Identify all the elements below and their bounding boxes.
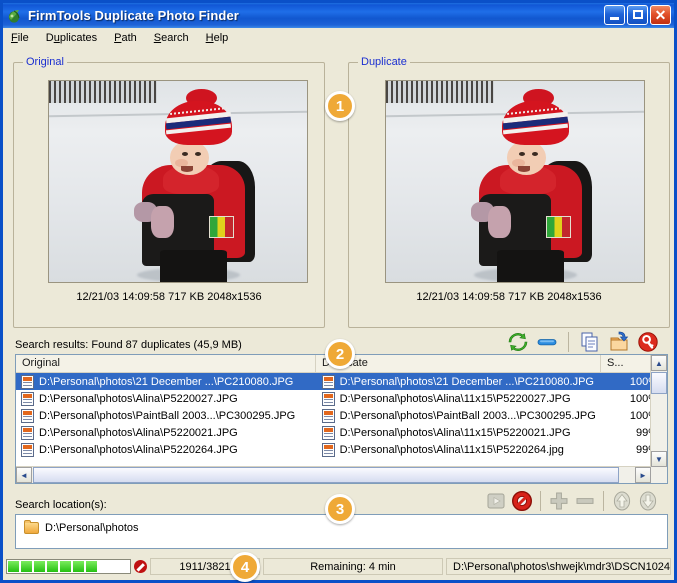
application-window: FirmTools Duplicate Photo Finder File Du… xyxy=(0,0,677,583)
folder-icon xyxy=(24,520,39,534)
find-icon[interactable] xyxy=(637,331,659,353)
scroll-left-button[interactable]: ◄ xyxy=(16,467,32,483)
column-header-original[interactable]: Original xyxy=(16,355,316,372)
image-file-icon xyxy=(321,374,335,389)
image-file-icon xyxy=(21,374,34,389)
image-file-icon xyxy=(21,408,34,423)
table-row[interactable]: D:\Personal\photos\Alina\P5220021.JPG D:… xyxy=(16,424,667,441)
location-path: D:\Personal\photos xyxy=(45,522,139,534)
vertical-scrollbar-thumb[interactable] xyxy=(651,372,667,394)
results-list[interactable]: Original Duplicate S... D:\Personal\phot… xyxy=(15,354,668,484)
scroll-right-button[interactable]: ► xyxy=(635,467,651,483)
duplicate-photo-caption: 12/21/03 14:09:58 717 KB 2048x1536 xyxy=(416,291,602,303)
app-icon xyxy=(7,8,23,24)
menu-bar: File Duplicates Path Search Help xyxy=(3,28,674,47)
toolbar-separator xyxy=(568,332,569,352)
annotation-badge-3: 3 xyxy=(325,494,355,524)
scroll-up-button[interactable]: ▲ xyxy=(651,355,667,371)
row-duplicate-path: D:\Personal\photos\Alina\11x15\P5220021.… xyxy=(339,426,571,439)
annotation-badge-1: 1 xyxy=(325,91,355,121)
window-title: FirmTools Duplicate Photo Finder xyxy=(28,8,239,23)
close-button[interactable] xyxy=(650,5,671,25)
results-toolbar xyxy=(507,331,659,353)
search-results-label: Search results: Found 87 duplicates (45,… xyxy=(15,339,242,351)
image-file-icon xyxy=(321,391,335,406)
move-down-icon[interactable] xyxy=(637,490,659,512)
cancel-scan-icon[interactable] xyxy=(134,560,147,573)
stop-icon[interactable] xyxy=(511,490,533,512)
scrollbar-corner xyxy=(651,467,667,483)
scroll-down-button[interactable]: ▼ xyxy=(651,451,667,467)
menu-item-help[interactable]: Help xyxy=(206,32,229,44)
row-original-path: D:\Personal\photos\21 December ...\PC210… xyxy=(39,375,294,388)
original-group-label: Original xyxy=(23,56,67,68)
duplicate-group-label: Duplicate xyxy=(358,56,410,68)
table-row[interactable]: D:\Personal\photos\Alina\P5220027.JPG D:… xyxy=(16,390,667,407)
row-duplicate-path: D:\Personal\photos\Alina\11x15\P5220027.… xyxy=(339,392,571,405)
maximize-button[interactable] xyxy=(627,5,648,25)
duplicate-group: Duplicate 12/21/03 14:09:58 717 KB 2048x… xyxy=(348,56,670,328)
move-up-icon[interactable] xyxy=(611,490,633,512)
image-file-icon xyxy=(321,442,335,457)
row-duplicate-path: D:\Personal\photos\21 December ...\PC210… xyxy=(339,375,594,388)
column-header-similarity-label: S... xyxy=(607,357,624,369)
window-controls xyxy=(604,5,671,25)
menu-item-file[interactable]: File xyxy=(11,32,29,44)
duplicate-photo-frame[interactable] xyxy=(385,80,645,283)
original-photo xyxy=(49,81,307,282)
annotation-badge-2: 2 xyxy=(325,339,355,369)
original-photo-caption: 12/21/03 14:09:58 717 KB 2048x1536 xyxy=(76,291,262,303)
original-group: Original 12/21/03 14:09:58 717 KB 2048x1… xyxy=(13,56,325,328)
toolbar-separator xyxy=(540,491,541,511)
copy-files-icon[interactable] xyxy=(579,331,601,353)
horizontal-scrollbar[interactable]: ◄ ► xyxy=(16,466,651,483)
locations-toolbar xyxy=(485,490,659,512)
menu-item-search[interactable]: Search xyxy=(154,32,189,44)
start-icon[interactable] xyxy=(485,490,507,512)
image-file-icon xyxy=(21,425,34,440)
status-bar: 1911/3821 Remaining: 4 min D:\Personal\p… xyxy=(6,556,671,577)
title-bar: FirmTools Duplicate Photo Finder xyxy=(3,3,674,28)
image-file-icon xyxy=(321,425,335,440)
menu-item-duplicates[interactable]: Duplicates xyxy=(46,32,97,44)
table-row[interactable]: D:\Personal\photos\PaintBall 2003...\PC3… xyxy=(16,407,667,424)
row-original-path: D:\Personal\photos\Alina\P5220021.JPG xyxy=(39,426,238,439)
image-file-icon xyxy=(21,442,34,457)
annotation-badge-4: 4 xyxy=(230,552,260,582)
column-header-duplicate[interactable]: Duplicate xyxy=(316,355,601,372)
status-remaining: Remaining: 4 min xyxy=(263,558,443,575)
duplicate-photo xyxy=(386,81,644,282)
status-current-file: D:\Personal\photos\shwejk\mdr3\DSCN1024.… xyxy=(446,558,671,575)
remove-icon[interactable] xyxy=(574,490,596,512)
original-photo-frame[interactable] xyxy=(48,80,308,283)
row-duplicate-path: D:\Personal\photos\Alina\11x15\P5220264.… xyxy=(339,443,564,456)
refresh-icon[interactable] xyxy=(507,331,529,353)
row-original-path: D:\Personal\photos\Alina\P5220027.JPG xyxy=(39,392,238,405)
add-icon[interactable] xyxy=(548,490,570,512)
search-locations-label: Search location(s): xyxy=(15,499,107,511)
deselect-icon[interactable] xyxy=(536,331,558,353)
menu-item-path[interactable]: Path xyxy=(114,32,137,44)
table-row[interactable]: D:\Personal\photos\Alina\P5220264.JPG D:… xyxy=(16,441,667,458)
move-files-icon[interactable] xyxy=(608,331,630,353)
progress-bar xyxy=(6,559,131,574)
image-file-icon xyxy=(321,408,335,423)
row-duplicate-path: D:\Personal\photos\PaintBall 2003...\PC3… xyxy=(339,409,596,422)
row-original-path: D:\Personal\photos\PaintBall 2003...\PC3… xyxy=(39,409,296,422)
row-original-path: D:\Personal\photos\Alina\P5220264.JPG xyxy=(39,443,238,456)
minimize-button[interactable] xyxy=(604,5,625,25)
horizontal-scrollbar-thumb[interactable] xyxy=(33,467,619,483)
table-row[interactable]: D:\Personal\photos\21 December ...\PC210… xyxy=(16,373,667,390)
vertical-scrollbar[interactable]: ▲ ▼ xyxy=(650,355,667,467)
toolbar-separator xyxy=(603,491,604,511)
image-file-icon xyxy=(21,391,34,406)
